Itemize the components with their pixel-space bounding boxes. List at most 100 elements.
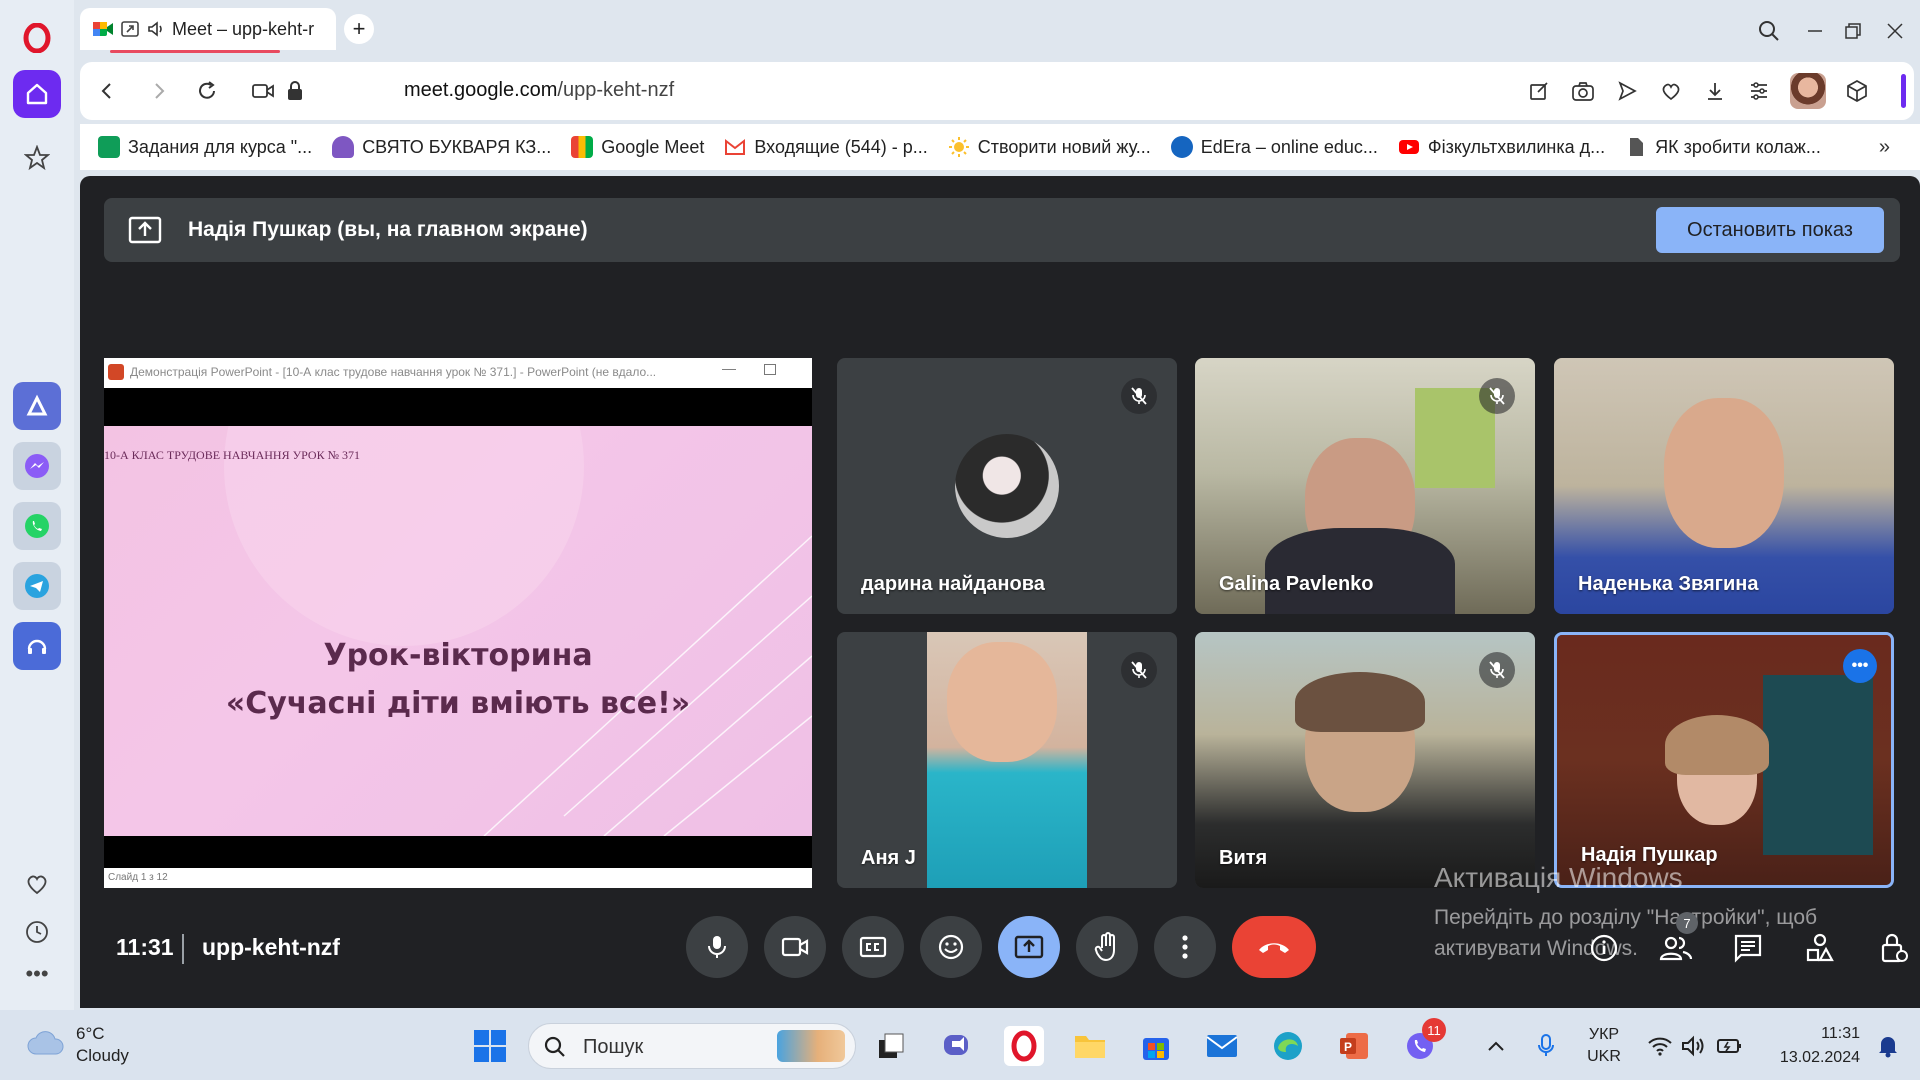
sharing-banner-text: Надія Пушкар (вы, на главном экране) — [188, 218, 588, 241]
bookmark-heart-icon[interactable] — [1656, 76, 1686, 106]
file-explorer-icon[interactable] — [1070, 1026, 1110, 1066]
participant-tile[interactable]: Аня J — [837, 632, 1177, 888]
raise-hand-button[interactable] — [1076, 916, 1138, 978]
microphone-tray-icon[interactable] — [1526, 1026, 1566, 1066]
present-screen-icon — [128, 216, 162, 244]
history-icon[interactable] — [13, 908, 61, 956]
reload-button[interactable] — [192, 76, 222, 106]
search-highlight-image — [777, 1030, 845, 1062]
host-controls-icon[interactable] — [1866, 920, 1920, 976]
microsoft-store-icon[interactable] — [1136, 1026, 1176, 1066]
music-player-icon[interactable] — [13, 622, 61, 670]
extensions-cube-icon[interactable] — [1842, 76, 1872, 106]
clock[interactable]: 11:31 13.02.2024 — [1760, 1022, 1860, 1070]
bookmark-item[interactable]: Задания для курса "... — [98, 136, 312, 158]
snapshot-icon[interactable] — [1568, 76, 1598, 106]
sharing-banner: Надія Пушкар (вы, на главном экране) Ост… — [104, 198, 1900, 262]
language-top: УКР — [1588, 1026, 1620, 1043]
url-field[interactable]: meet.google.com/upp-keht-nzf — [404, 79, 674, 102]
tab-meet[interactable]: Meet – upp-keht-r — [80, 8, 336, 53]
captions-button[interactable] — [842, 916, 904, 978]
heart-icon[interactable] — [13, 860, 61, 908]
bookmark-item[interactable]: Створити новий жу... — [948, 136, 1151, 158]
participant-tile[interactable]: Наденька Звягина — [1554, 358, 1894, 614]
home-icon[interactable] — [13, 70, 61, 118]
download-icon[interactable] — [1700, 76, 1730, 106]
edge-icon[interactable] — [1268, 1026, 1308, 1066]
volume-icon[interactable] — [1674, 1026, 1714, 1066]
messenger-icon[interactable] — [13, 442, 61, 490]
participant-tile[interactable]: Galina Pavlenko — [1195, 358, 1535, 614]
pinboard-icon[interactable] — [13, 134, 61, 182]
forward-button[interactable] — [144, 76, 174, 106]
sidebar-toggle[interactable] — [1901, 74, 1906, 108]
picture-in-picture-icon[interactable] — [120, 19, 140, 39]
bookmark-item[interactable]: Google Meet — [571, 136, 704, 158]
teams-chat-icon[interactable] — [938, 1026, 978, 1066]
close-window-button[interactable] — [1878, 14, 1912, 48]
participant-name: Аня J — [861, 847, 916, 869]
send-icon[interactable] — [1612, 76, 1642, 106]
minimize-button[interactable] — [1798, 14, 1832, 48]
chat-icon[interactable] — [1720, 920, 1776, 976]
viber-icon[interactable]: 11 — [1400, 1018, 1446, 1066]
restore-button[interactable] — [1836, 14, 1870, 48]
document-icon — [1630, 138, 1644, 156]
meeting-code[interactable]: upp-keht-nzf — [202, 934, 340, 961]
bookmark-item[interactable]: EdEra – online educ... — [1170, 136, 1378, 158]
back-button[interactable] — [92, 76, 122, 106]
whatsapp-icon[interactable] — [13, 502, 61, 550]
people-icon[interactable]: 7 — [1648, 912, 1704, 976]
bookmark-item[interactable]: СВЯТО БУКВАРЯ КЗ... — [332, 136, 551, 158]
weather-widget[interactable]: 6°C Cloudy — [26, 1024, 166, 1070]
opera-sidebar: ••• — [0, 0, 74, 1010]
bookmark-label: ЯК зробити колаж... — [1655, 136, 1821, 157]
slide-decoration — [224, 426, 812, 836]
easy-setup-icon[interactable] — [1744, 76, 1774, 106]
camera-in-use-icon[interactable] — [248, 76, 278, 106]
battery-icon[interactable] — [1710, 1026, 1750, 1066]
task-view-icon[interactable] — [872, 1026, 912, 1066]
powerpoint-taskbar-icon[interactable]: P — [1334, 1026, 1374, 1066]
taskbar-search[interactable]: Пошук — [528, 1023, 856, 1069]
bookmark-item[interactable]: Входящие (544) - р... — [724, 136, 928, 158]
tab-search-icon[interactable] — [1752, 14, 1786, 48]
more-icon[interactable]: ••• — [13, 950, 61, 998]
notification-bell-icon[interactable] — [1868, 1026, 1908, 1066]
bookmark-item[interactable]: Фізкультхвилинка д... — [1398, 136, 1605, 158]
windows-start-icon[interactable] — [470, 1026, 510, 1066]
telegram-icon[interactable] — [13, 562, 61, 610]
presentation-tile[interactable]: Демонстрація PowerPoint - [10-А клас тру… — [104, 358, 812, 888]
new-tab-button[interactable]: + — [344, 14, 374, 44]
more-options-button[interactable]: ••• — [1843, 649, 1877, 683]
lock-icon[interactable] — [280, 76, 310, 106]
participant-tile-self[interactable]: ••• Надія Пушкар — [1554, 632, 1894, 888]
participant-tile[interactable]: Витя — [1195, 632, 1535, 888]
bookmark-item[interactable]: ЯК зробити колаж... — [1625, 136, 1821, 158]
mail-icon[interactable] — [1202, 1026, 1242, 1066]
leave-call-button[interactable] — [1232, 916, 1316, 978]
chevron-up-icon[interactable] — [1476, 1026, 1516, 1066]
edit-page-icon[interactable] — [1524, 76, 1554, 106]
camera-button[interactable] — [764, 916, 826, 978]
muted-mic-icon — [1121, 652, 1157, 688]
extensions-box — [1828, 62, 1914, 120]
speaker-icon[interactable] — [146, 19, 166, 39]
reactions-button[interactable] — [920, 916, 982, 978]
activities-icon[interactable] — [1792, 920, 1848, 976]
opera-taskbar-icon[interactable] — [1004, 1026, 1044, 1066]
more-options-button[interactable] — [1154, 916, 1216, 978]
opera-logo-icon[interactable] — [13, 14, 61, 62]
microphone-button[interactable] — [686, 916, 748, 978]
meeting-time: 11:31 — [116, 934, 174, 960]
present-now-button[interactable] — [998, 916, 1060, 978]
bookmarks-overflow-icon[interactable]: » — [1879, 136, 1890, 159]
participant-tile[interactable]: дарина найданова — [837, 358, 1177, 614]
stop-presenting-button[interactable]: Остановить показ — [1656, 207, 1884, 253]
aria-ai-icon[interactable] — [13, 382, 61, 430]
slide-title-line1: Урок-вікторина — [323, 638, 593, 673]
slide-title-line2: «Сучасні діти вміють все!» — [225, 686, 691, 721]
meeting-details-icon[interactable] — [1576, 920, 1632, 976]
language-indicator[interactable]: УКР UKR — [1584, 1024, 1624, 1068]
profile-avatar[interactable] — [1790, 73, 1826, 109]
